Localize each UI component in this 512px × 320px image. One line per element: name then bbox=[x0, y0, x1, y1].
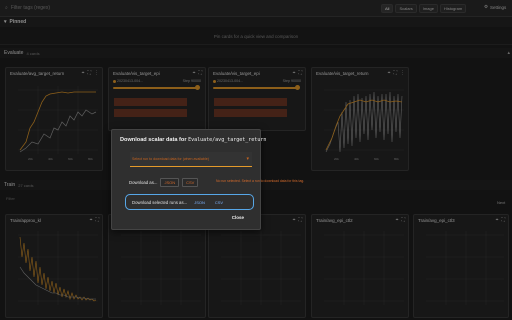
download-as-label: Download as... bbox=[129, 180, 158, 185]
csv-button[interactable]: CSV bbox=[182, 178, 199, 187]
download-selected-label: Download selected runs as... bbox=[132, 199, 188, 205]
download-as-row: Download as... JSON CSV bbox=[129, 178, 199, 187]
selected-csv-button[interactable]: CSV bbox=[212, 199, 226, 206]
close-button[interactable]: Close bbox=[226, 214, 250, 221]
selected-json-button[interactable]: JSON bbox=[191, 199, 208, 206]
run-select-placeholder: Select run to download data for (when av… bbox=[132, 157, 209, 161]
run-select[interactable]: Select run to download data for (when av… bbox=[130, 152, 252, 167]
dialog-title: Download scalar data for Evaluate/avg_ta… bbox=[120, 137, 267, 143]
error-message: No run selected. Select a run to downloa… bbox=[216, 179, 305, 183]
chevron-down-icon: ▾ bbox=[246, 156, 249, 162]
download-dialog: Download scalar data for Evaluate/avg_ta… bbox=[111, 129, 304, 230]
download-selected-row: Download selected runs as... JSON CSV bbox=[125, 194, 254, 210]
json-button[interactable]: JSON bbox=[160, 178, 180, 187]
